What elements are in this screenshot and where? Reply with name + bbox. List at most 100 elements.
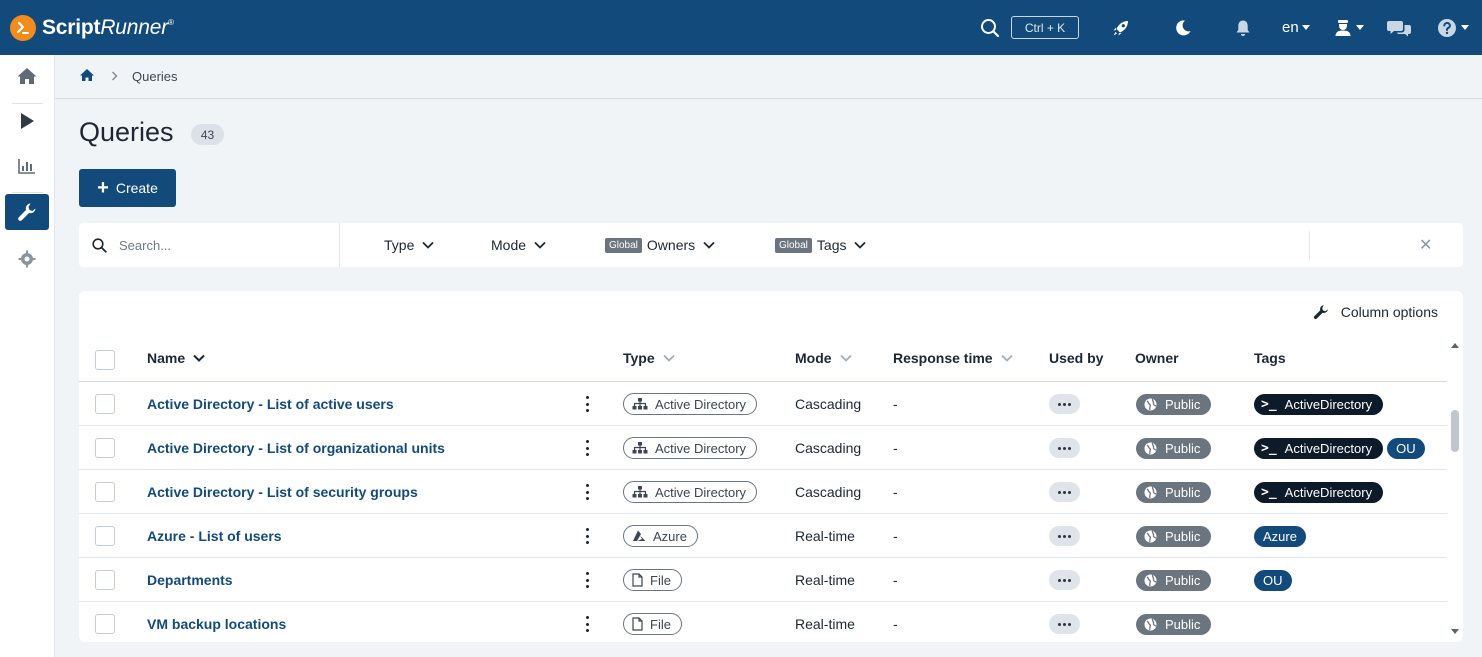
wrench-icon [1313, 305, 1328, 320]
sidebar-item-reports[interactable] [5, 148, 49, 184]
table-row[interactable]: VM backup locations File Real-time - Pub… [79, 602, 1447, 642]
column-header-label: Mode [795, 350, 832, 366]
column-header-label: Response time [893, 350, 993, 366]
owners-filter[interactable]: Global Owners [605, 223, 715, 267]
type-label: File [650, 616, 671, 632]
query-name-link[interactable]: Departments [147, 572, 233, 588]
used-by-button[interactable] [1049, 570, 1080, 590]
globe-icon [1144, 486, 1165, 499]
row-actions-menu[interactable] [583, 394, 591, 414]
bell-icon[interactable] [1233, 0, 1253, 55]
column-header-response-time[interactable]: Response time [893, 350, 1013, 366]
rocket-icon[interactable] [1110, 0, 1132, 55]
row-actions-menu[interactable] [583, 526, 591, 546]
globe-icon [1144, 618, 1165, 631]
create-button[interactable]: + Create [79, 169, 176, 207]
chevron-down-icon [1301, 25, 1310, 30]
sidebar [0, 55, 55, 657]
row-checkbox[interactable] [95, 570, 115, 590]
tag-label: ActiveDirectory [1284, 484, 1373, 500]
tag-badge[interactable]: OU [1254, 569, 1292, 591]
tag-badge[interactable]: Azure [1254, 525, 1306, 547]
top-bar: ScriptRunner® Ctrl + K en [0, 0, 1482, 55]
wrench-icon [18, 203, 36, 221]
type-badge: Active Directory [623, 393, 758, 415]
shortcut-hint[interactable]: Ctrl + K [1011, 16, 1079, 39]
sidebar-divider [12, 192, 43, 193]
search-box [79, 223, 340, 267]
response-time-value: - [893, 528, 898, 544]
scroll-down-icon[interactable] [1451, 629, 1459, 634]
used-by-button[interactable] [1049, 438, 1080, 458]
sidebar-item-home[interactable] [5, 58, 49, 94]
globe-icon [1144, 442, 1165, 455]
search-input[interactable] [119, 237, 319, 253]
type-label: Active Directory [655, 440, 747, 456]
app-logo[interactable]: ScriptRunner® [10, 0, 174, 55]
scrollbar-thumb[interactable] [1451, 410, 1459, 452]
plus-icon: + [97, 177, 109, 199]
row-checkbox[interactable] [95, 438, 115, 458]
row-checkbox[interactable] [95, 614, 115, 634]
row-checkbox[interactable] [95, 394, 115, 414]
tag-badge[interactable]: >_ ActiveDirectory [1254, 437, 1384, 459]
tag-badge[interactable]: >_ ActiveDirectory [1254, 393, 1384, 415]
sidebar-item-configuration[interactable] [5, 194, 49, 230]
scroll-up-icon[interactable] [1451, 343, 1459, 348]
help-menu[interactable] [1436, 0, 1470, 55]
home-icon[interactable] [79, 68, 95, 85]
home-icon [17, 68, 37, 84]
tags-filter[interactable]: Global Tags [775, 223, 867, 267]
used-by-button[interactable] [1049, 482, 1080, 502]
column-options-button[interactable]: Column options [1313, 304, 1438, 320]
table-row[interactable]: Active Directory - List of active users … [79, 382, 1447, 426]
owner-badge: Public [1136, 569, 1212, 591]
search-icon [92, 237, 107, 253]
table-row[interactable]: Active Directory - List of organizationa… [79, 426, 1447, 470]
tag-badge[interactable]: OU [1387, 437, 1425, 459]
sort-desc-icon [193, 354, 205, 362]
row-actions-menu[interactable] [583, 438, 591, 458]
chat-icon[interactable] [1386, 0, 1412, 55]
type-filter[interactable]: Type [384, 223, 434, 267]
row-actions-menu[interactable] [583, 614, 591, 634]
sidebar-item-run[interactable] [5, 103, 49, 139]
query-name-link[interactable]: Active Directory - List of security grou… [147, 484, 418, 500]
row-actions-menu[interactable] [583, 570, 591, 590]
powershell-icon: >_ [1261, 484, 1277, 500]
table-row[interactable]: Departments File Real-time - Public OU [79, 558, 1447, 602]
tags-filter-label: Tags [816, 237, 847, 253]
search-icon[interactable] [978, 0, 1002, 55]
row-actions-menu[interactable] [583, 482, 591, 502]
table-row[interactable]: Azure - List of users Azure Real-time - … [79, 514, 1447, 558]
type-filter-label: Type [384, 237, 415, 253]
owner-label: Public [1165, 616, 1201, 632]
table-scrollbar[interactable] [1448, 340, 1462, 640]
query-name-link[interactable]: Active Directory - List of active users [147, 396, 394, 412]
column-header-name[interactable]: Name [147, 350, 205, 366]
used-by-button[interactable] [1049, 394, 1080, 414]
query-name-link[interactable]: Azure - List of users [147, 528, 282, 544]
tag-badge[interactable]: >_ ActiveDirectory [1254, 481, 1384, 503]
user-menu[interactable] [1333, 0, 1365, 55]
query-name-link[interactable]: Active Directory - List of organizationa… [147, 440, 445, 456]
row-checkbox[interactable] [95, 526, 115, 546]
chevron-down-icon [854, 241, 867, 249]
column-header-type[interactable]: Type [623, 350, 675, 366]
row-checkbox[interactable] [95, 482, 115, 502]
query-name-link[interactable]: VM backup locations [147, 616, 286, 632]
select-all-checkbox[interactable] [95, 350, 115, 370]
mode-filter[interactable]: Mode [491, 223, 546, 267]
moon-icon[interactable] [1172, 0, 1194, 55]
clear-filters-icon[interactable]: ✕ [1419, 235, 1432, 255]
used-by-button[interactable] [1049, 526, 1080, 546]
used-by-button[interactable] [1049, 614, 1080, 634]
globe-icon [1144, 398, 1165, 411]
mode-value: Real-time [795, 572, 855, 588]
language-selector[interactable]: en [1282, 0, 1310, 55]
sidebar-item-settings[interactable] [5, 241, 49, 277]
table-row[interactable]: Active Directory - List of security grou… [79, 470, 1447, 514]
chevron-right-icon [111, 70, 118, 84]
column-header-mode[interactable]: Mode [795, 350, 852, 366]
owner-badge: Public [1136, 481, 1212, 503]
